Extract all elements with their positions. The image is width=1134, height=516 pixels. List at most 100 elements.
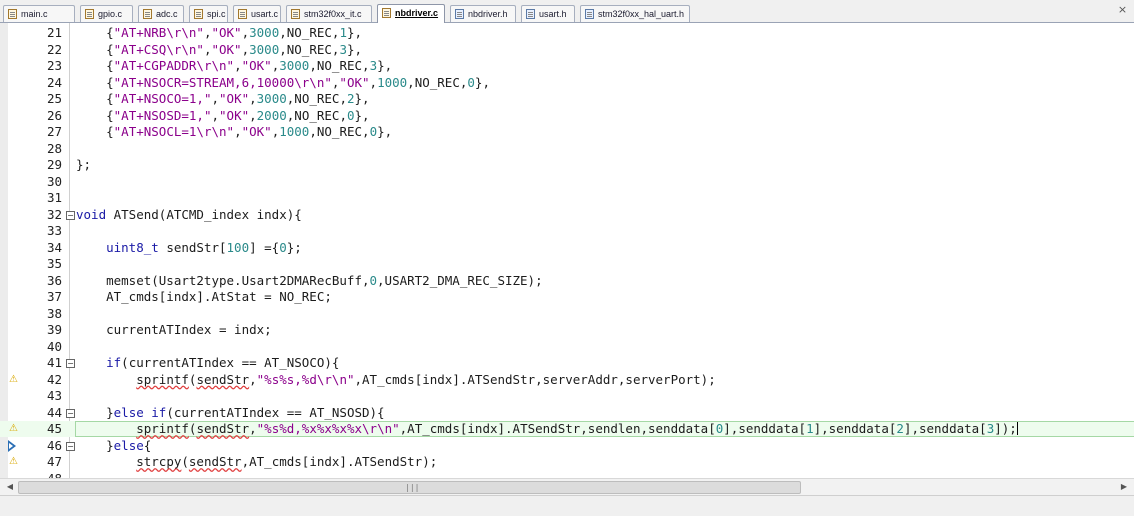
code-text[interactable]: {"AT+NSOCO=1,","OK",3000,NO_REC,2},	[76, 91, 369, 107]
code-text[interactable]: {"AT+NRB\r\n","OK",3000,NO_REC,1},	[76, 25, 362, 41]
line-number: 36	[46, 272, 62, 288]
c-file-icon	[382, 8, 391, 18]
code-line[interactable]: 34 uint8_t sendStr[100] ={0};	[0, 240, 1134, 256]
code-line[interactable]: 32− void ATSend(ATCMD_index indx){	[0, 207, 1134, 223]
fold-toggle-icon[interactable]: −	[66, 359, 75, 368]
code-line[interactable]: 35	[0, 256, 1134, 272]
code-line[interactable]: 45 ⚠ sprintf(sendStr,"%s%d,%x%x%x%x\r\n",…	[0, 421, 1134, 437]
code-line[interactable]: 28	[0, 141, 1134, 157]
code-line[interactable]: 23 {"AT+CGPADDR\r\n","OK",3000,NO_REC,3}…	[0, 58, 1134, 74]
header-file-icon	[585, 9, 594, 19]
code-line[interactable]: 21 {"AT+NRB\r\n","OK",3000,NO_REC,1},	[0, 25, 1134, 41]
file-tab-bar: main.c gpio.c adc.c spi.c usart.c stm32f0xx_i…	[0, 0, 1134, 23]
scrollbar-thumb[interactable]: |||	[18, 481, 801, 494]
code-text[interactable]: {"AT+CGPADDR\r\n","OK",3000,NO_REC,3},	[76, 58, 392, 74]
c-file-icon	[143, 9, 152, 19]
code-line[interactable]: 31	[0, 190, 1134, 206]
code-text[interactable]: };	[76, 157, 91, 173]
code-text[interactable]: {"AT+NSOCL=1\r\n","OK",1000,NO_REC,0},	[76, 124, 392, 140]
header-file-icon	[455, 9, 464, 19]
code-line[interactable]: 36 memset(Usart2type.Usart2DMARecBuff,0,…	[0, 273, 1134, 289]
tab-label: nbdriver.h	[468, 9, 508, 19]
tab-nbdriver-c[interactable]: nbdriver.c	[377, 4, 445, 23]
code-text[interactable]: {"AT+NSOCR=STREAM,6,10000\r\n","OK",1000…	[76, 75, 490, 91]
code-text[interactable]: }else if(currentATIndex == AT_NSOSD){	[76, 405, 385, 421]
tab-label: usart.h	[539, 9, 567, 19]
code-line[interactable]: 38	[0, 306, 1134, 322]
tab-adc-c[interactable]: adc.c	[138, 5, 184, 22]
close-icon[interactable]: ×	[1117, 4, 1128, 15]
line-number: 23	[46, 58, 62, 73]
code-text[interactable]: uint8_t sendStr[100] ={0};	[76, 240, 302, 256]
c-file-icon	[85, 9, 94, 19]
code-line[interactable]: 22 {"AT+CSQ\r\n","OK",3000,NO_REC,3},	[0, 42, 1134, 58]
scrollbar-grip-icon: |||	[405, 483, 420, 492]
code-line[interactable]: 27 {"AT+NSOCL=1\r\n","OK",1000,NO_REC,0}…	[0, 124, 1134, 140]
tab-label: gpio.c	[98, 9, 123, 19]
warning-icon[interactable]: ⚠	[9, 457, 18, 467]
line-number: 41	[46, 355, 62, 370]
line-number: 24	[46, 74, 62, 90]
tab-label: usart.c	[251, 9, 279, 19]
code-line[interactable]: 24 {"AT+NSOCR=STREAM,6,10000\r\n","OK",1…	[0, 75, 1134, 91]
tab-usart-h[interactable]: usart.h	[521, 5, 575, 22]
code-line[interactable]: 29};	[0, 157, 1134, 173]
code-text[interactable]: memset(Usart2type.Usart2DMARecBuff,0,USA…	[76, 273, 543, 289]
text-caret	[1016, 422, 1018, 435]
code-text[interactable]: AT_cmds[indx].AtStat = NO_REC;	[76, 289, 332, 305]
code-line[interactable]: 25 {"AT+NSOCO=1,","OK",3000,NO_REC,2},	[0, 91, 1134, 107]
code-line[interactable]: 41− if(currentATIndex == AT_NSOCO){	[0, 355, 1134, 371]
code-line[interactable]: 48	[0, 471, 1134, 479]
line-number: 28	[46, 140, 62, 156]
line-number: 33	[46, 223, 62, 238]
line-number: 48	[46, 470, 62, 479]
warning-icon[interactable]: ⚠	[9, 374, 18, 385]
code-text[interactable]: {"AT+CSQ\r\n","OK",3000,NO_REC,3},	[76, 42, 362, 58]
line-number: 29	[46, 157, 62, 172]
code-line[interactable]: 43	[0, 388, 1134, 404]
tab-nbdriver-h[interactable]: nbdriver.h	[450, 5, 516, 22]
code-text[interactable]: }else{	[76, 438, 151, 454]
code-text[interactable]: if(currentATIndex == AT_NSOCO){	[76, 355, 339, 371]
code-line[interactable]: 39 currentATIndex = indx;	[0, 322, 1134, 338]
c-file-icon	[8, 9, 17, 19]
c-file-icon	[291, 9, 300, 19]
code-text[interactable]: void ATSend(ATCMD_index indx){	[76, 207, 302, 223]
fold-toggle-icon[interactable]: −	[66, 210, 75, 220]
line-number: 40	[46, 338, 62, 354]
tab-stm32f0xx-it-c[interactable]: stm32f0xx_it.c	[286, 5, 372, 22]
code-text[interactable]: {"AT+NSOSD=1,","OK",2000,NO_REC,0},	[76, 108, 369, 124]
fold-toggle-icon[interactable]: −	[66, 408, 75, 418]
code-line[interactable]: 40	[0, 339, 1134, 355]
warning-icon[interactable]: ⚠	[9, 424, 18, 434]
tab-label: main.c	[21, 9, 48, 19]
bottom-panel-edge	[0, 495, 1134, 516]
tab-label: stm32f0xx_it.c	[304, 9, 362, 19]
code-line[interactable]: 37 AT_cmds[indx].AtStat = NO_REC;	[0, 289, 1134, 305]
line-number: 31	[46, 190, 62, 205]
tab-main-c[interactable]: main.c	[3, 5, 75, 22]
tab-gpio-c[interactable]: gpio.c	[80, 5, 133, 22]
code-line[interactable]: 33	[0, 223, 1134, 239]
line-number: 32	[46, 206, 62, 222]
code-text[interactable]: strcpy(sendStr,AT_cmds[indx].ATSendStr);	[76, 454, 437, 470]
code-line[interactable]: 26 {"AT+NSOSD=1,","OK",2000,NO_REC,0},	[0, 108, 1134, 124]
code-line[interactable]: 46− }else{	[0, 438, 1134, 454]
code-text[interactable]: sprintf(sendStr,"%s%s,%d\r\n",AT_cmds[in…	[76, 372, 716, 388]
code-editor[interactable]: 21 {"AT+NRB\r\n","OK",3000,NO_REC,1}, 22 …	[0, 23, 1134, 478]
line-number: 44	[46, 404, 62, 420]
code-line[interactable]: 42 ⚠ sprintf(sendStr,"%s%s,%d\r\n",AT_cmd…	[0, 372, 1134, 388]
tab-spi-c[interactable]: spi.c	[189, 5, 228, 22]
code-text[interactable]: currentATIndex = indx;	[76, 322, 272, 338]
code-line[interactable]: 30	[0, 174, 1134, 190]
tab-usart-c[interactable]: usart.c	[233, 5, 281, 22]
scroll-left-arrow-icon[interactable]: ◀	[4, 481, 16, 493]
horizontal-scrollbar[interactable]: ◀ ||| ▶	[0, 478, 1134, 495]
code-line[interactable]: 47 ⚠ strcpy(sendStr,AT_cmds[indx].ATSendS…	[0, 454, 1134, 470]
line-number: 37	[46, 289, 62, 304]
code-text[interactable]: sprintf(sendStr,"%s%d,%x%x%x%x\r\n",AT_c…	[76, 421, 1018, 437]
code-line[interactable]: 44− }else if(currentATIndex == AT_NSOSD)…	[0, 405, 1134, 421]
fold-toggle-icon[interactable]: −	[66, 441, 75, 451]
scroll-right-arrow-icon[interactable]: ▶	[1118, 481, 1130, 493]
tab-stm32f0xx-hal-uart-h[interactable]: stm32f0xx_hal_uart.h	[580, 5, 690, 22]
